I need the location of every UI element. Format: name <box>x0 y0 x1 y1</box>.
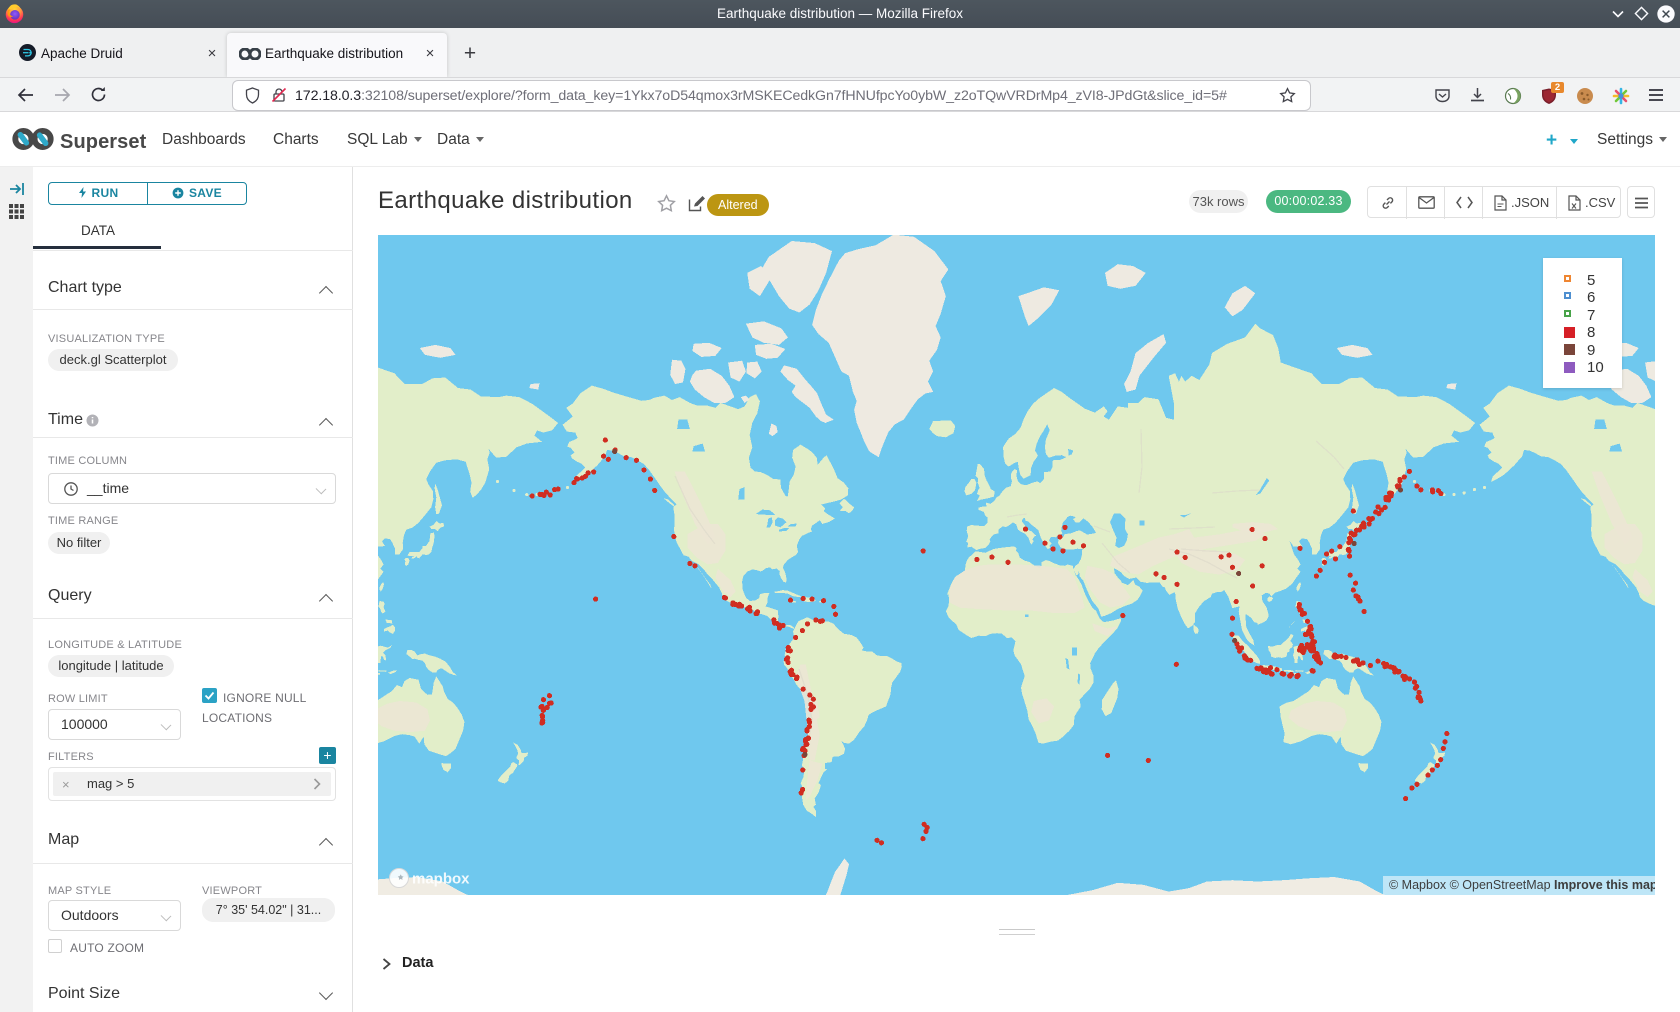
svg-text:mapbox: mapbox <box>412 871 470 888</box>
